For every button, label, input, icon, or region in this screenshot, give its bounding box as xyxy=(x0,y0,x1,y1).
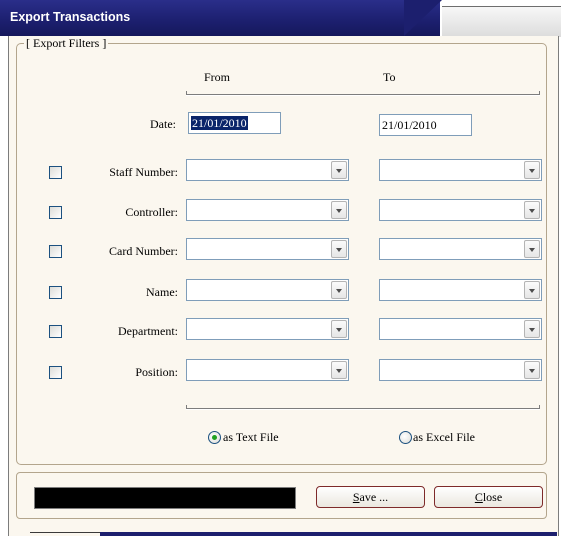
title-bar-wedge xyxy=(404,0,442,36)
position-to-combo[interactable] xyxy=(379,359,542,381)
chevron-down-icon[interactable] xyxy=(331,161,347,179)
from-header: From xyxy=(204,70,231,84)
date-from-input[interactable]: 21/01/2010 xyxy=(188,112,281,134)
chevron-down-icon[interactable] xyxy=(524,361,540,379)
format-divider xyxy=(186,405,540,410)
bottom-edge-line xyxy=(30,532,100,533)
chevron-down-icon[interactable] xyxy=(331,281,347,299)
text-file-radio[interactable] xyxy=(208,431,221,444)
chevron-down-icon[interactable] xyxy=(331,361,347,379)
controller-label: Controller: xyxy=(125,205,178,219)
close-button[interactable]: Close xyxy=(434,486,543,508)
date-to-input[interactable]: 21/01/2010 xyxy=(379,114,472,136)
department-label: Department: xyxy=(118,324,178,338)
window-title: Export Transactions xyxy=(10,10,131,24)
chevron-down-icon[interactable] xyxy=(524,320,540,338)
chevron-down-icon[interactable] xyxy=(331,320,347,338)
chevron-down-icon[interactable] xyxy=(524,161,540,179)
title-bar-tab xyxy=(442,6,561,37)
chevron-down-icon[interactable] xyxy=(524,201,540,219)
excel-file-radio[interactable] xyxy=(399,431,412,444)
name-to-combo[interactable] xyxy=(379,279,542,301)
staff-number-label: Staff Number: xyxy=(109,165,178,179)
chevron-down-icon[interactable] xyxy=(524,240,540,258)
department-from-combo[interactable] xyxy=(186,318,349,340)
name-label: Name: xyxy=(146,285,178,299)
export-filters-label: [ Export Filters ] xyxy=(24,36,109,51)
controller-to-combo[interactable] xyxy=(379,199,542,221)
progress-bar xyxy=(34,487,296,509)
title-bar: Export Transactions xyxy=(0,0,561,37)
controller-from-combo[interactable] xyxy=(186,199,349,221)
text-file-label[interactable]: as Text File xyxy=(223,430,279,445)
staff-number-from-combo[interactable] xyxy=(186,159,349,181)
bottom-edge-bar xyxy=(100,532,557,536)
chevron-down-icon[interactable] xyxy=(331,240,347,258)
position-label: Position: xyxy=(135,365,178,379)
chevron-down-icon[interactable] xyxy=(524,281,540,299)
position-from-combo[interactable] xyxy=(186,359,349,381)
card-number-from-combo[interactable] xyxy=(186,238,349,260)
chevron-down-icon[interactable] xyxy=(331,201,347,219)
card-number-label: Card Number: xyxy=(109,244,178,258)
staff-number-to-combo[interactable] xyxy=(379,159,542,181)
header-divider xyxy=(186,91,540,96)
card-number-to-combo[interactable] xyxy=(379,238,542,260)
to-header: To xyxy=(383,70,396,84)
save-button[interactable]: Save ... xyxy=(316,486,425,508)
date-label: Date: xyxy=(150,117,176,131)
excel-file-label[interactable]: as Excel File xyxy=(413,430,475,445)
name-from-combo[interactable] xyxy=(186,279,349,301)
department-to-combo[interactable] xyxy=(379,318,542,340)
